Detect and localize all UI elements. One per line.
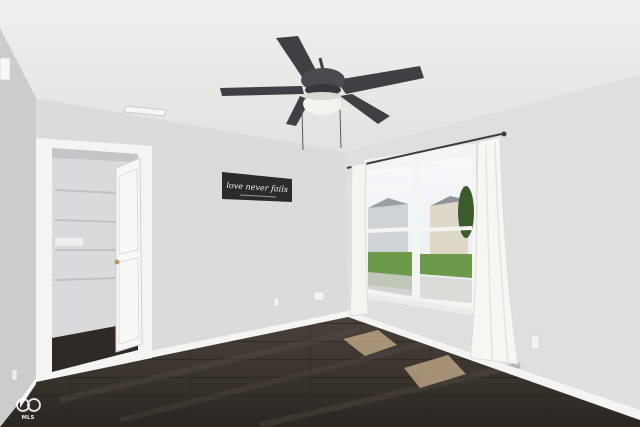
closet-door[interactable] [115,157,143,353]
watermark-text: MLS [22,415,35,421]
wall-outlet [530,335,540,350]
window [362,143,478,316]
wall-outlet [11,369,18,381]
left-wall [0,28,36,427]
wall-light [0,57,11,81]
bedroom-scene: love never fails MLS [0,0,640,427]
wall-outlet [313,291,325,301]
room-illustration: love never fails MLS [0,0,640,427]
door-knob[interactable] [114,259,120,265]
folded-towel [55,238,83,246]
closet [36,138,152,382]
wall-outlet [273,297,280,307]
outside-lawn [420,254,472,278]
curtain-left[interactable] [349,162,369,317]
